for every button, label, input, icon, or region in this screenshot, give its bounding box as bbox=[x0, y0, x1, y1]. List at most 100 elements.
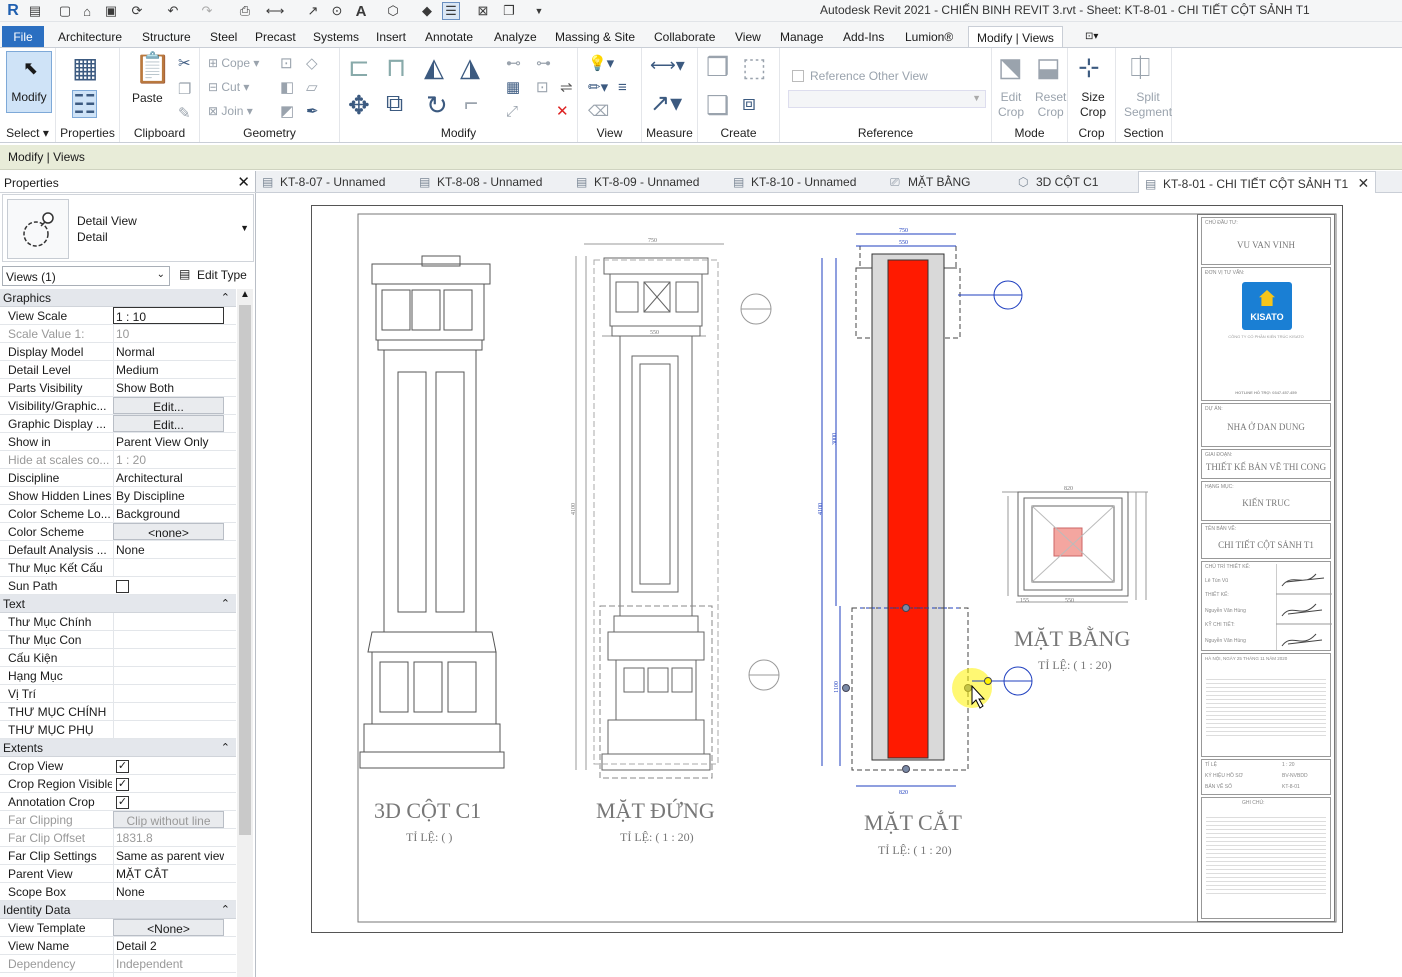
create-similar-icon[interactable]: ⧈ bbox=[742, 92, 756, 114]
tab-massing-site[interactable]: Massing & Site bbox=[553, 26, 637, 48]
tab-view[interactable]: View bbox=[733, 26, 763, 48]
lock-icon[interactable]: ⇌ bbox=[560, 80, 573, 95]
mirror-draw-axis-icon[interactable]: ◮ bbox=[460, 54, 480, 80]
close-tab-icon[interactable]: ✕ bbox=[1358, 175, 1370, 191]
switch-windows-icon[interactable]: ❐ bbox=[500, 2, 518, 20]
array-icon[interactable]: ▦ bbox=[506, 80, 520, 95]
type-selector[interactable]: Detail View Detail ▼ bbox=[2, 194, 254, 262]
collapse-icon[interactable]: ⌃ bbox=[221, 291, 230, 304]
revit-logo-icon[interactable]: R bbox=[4, 2, 22, 20]
edit-crop-icon[interactable]: ⬔ bbox=[998, 54, 1023, 80]
property-value[interactable] bbox=[113, 649, 224, 666]
offset-icon[interactable]: ⊓ bbox=[386, 54, 406, 80]
property-value[interactable]: Background bbox=[113, 505, 224, 522]
property-value[interactable] bbox=[113, 667, 224, 684]
close-hidden-icon[interactable]: ⊠ bbox=[474, 2, 492, 20]
collapse-icon[interactable]: ⌃ bbox=[221, 597, 230, 610]
tab-annotate[interactable]: Annotate bbox=[423, 26, 475, 48]
property-value[interactable]: Normal bbox=[113, 343, 224, 360]
collapse-icon[interactable]: ⌃ bbox=[221, 903, 230, 916]
view-title-elevation[interactable]: MẶT ĐỨNG bbox=[596, 798, 715, 824]
section-text[interactable]: Text ⌃ bbox=[0, 595, 236, 613]
title-block[interactable]: CHỦ ĐẦU TƯ: VU VAN VINH ĐƠN VỊ TƯ VẤN: K… bbox=[1197, 214, 1335, 922]
property-value[interactable] bbox=[113, 613, 224, 630]
edit-crop-button[interactable]: Edit Crop bbox=[998, 90, 1024, 120]
section-graphics[interactable]: Graphics ⌃ bbox=[0, 289, 236, 307]
property-value[interactable]: Parent View Only bbox=[113, 433, 224, 450]
create-group-icon[interactable]: ❑ bbox=[706, 92, 729, 118]
copy-icon[interactable]: ❐ bbox=[178, 82, 191, 97]
cope-button[interactable]: ⊞ Cope ▾ bbox=[208, 56, 259, 70]
view-title-plan[interactable]: MẶT BẰNG bbox=[1014, 626, 1130, 652]
property-value[interactable]: Edit... bbox=[113, 397, 224, 414]
sync-icon[interactable]: ⟳ bbox=[128, 2, 146, 20]
measure-distance-icon[interactable]: ⟷▾ bbox=[650, 56, 685, 74]
measure-icon[interactable]: ⟷ bbox=[266, 2, 285, 20]
property-checkbox[interactable]: ✓ bbox=[116, 796, 129, 809]
view-title-3d[interactable]: 3D CỘT C1 bbox=[374, 798, 481, 824]
property-value[interactable] bbox=[113, 721, 224, 738]
property-value[interactable] bbox=[113, 631, 224, 648]
size-crop-button[interactable]: Size Crop bbox=[1080, 90, 1106, 120]
tab-collaborate[interactable]: Collaborate bbox=[652, 26, 717, 48]
scroll-up-icon[interactable]: ▲ bbox=[240, 289, 250, 300]
property-value[interactable]: Detail 2 bbox=[113, 937, 224, 954]
view-tab-3d-cot-c1[interactable]: ⬡ 3D CỘT C1 bbox=[1018, 171, 1098, 193]
split-segment-icon[interactable]: ⎅ bbox=[1130, 54, 1151, 80]
trim-icon[interactable]: ⌐ bbox=[464, 92, 478, 116]
tab-manage[interactable]: Manage bbox=[778, 26, 825, 48]
linework-icon[interactable]: ✏▾ bbox=[588, 80, 608, 95]
pin-icon[interactable]: ⊶ bbox=[536, 56, 551, 71]
rotate-icon[interactable]: ↻ bbox=[426, 92, 448, 118]
property-value[interactable]: 1 : 10 bbox=[113, 307, 224, 324]
create-assembly-icon[interactable]: ❒ bbox=[706, 54, 729, 80]
property-value[interactable] bbox=[113, 559, 224, 576]
size-crop-icon[interactable]: ⊹ bbox=[1078, 54, 1100, 80]
type-properties-icon[interactable]: ▦ bbox=[72, 54, 98, 82]
property-value[interactable]: None bbox=[113, 883, 224, 900]
delete-icon[interactable]: ✕ bbox=[556, 104, 569, 119]
split-segment-button[interactable]: Split Segment bbox=[1124, 90, 1172, 120]
property-value[interactable]: Medium bbox=[113, 361, 224, 378]
geometry-tool-3-icon[interactable]: ◩ bbox=[280, 104, 294, 119]
tab-analyze[interactable]: Analyze bbox=[492, 26, 539, 48]
view-tab-mat-bang[interactable]: ⎚ MẶT BẰNG bbox=[890, 171, 970, 193]
tab-insert[interactable]: Insert bbox=[374, 26, 408, 48]
paste-button[interactable]: Paste bbox=[132, 91, 163, 105]
copy-elements-icon[interactable]: ⧉ bbox=[386, 92, 403, 116]
join-button[interactable]: ⊠ Join ▾ bbox=[208, 104, 253, 118]
properties-scrollbar[interactable]: ▲ bbox=[237, 289, 253, 977]
aligned-dim-icon[interactable]: ↗▾ bbox=[650, 92, 682, 116]
view-tool-icon[interactable]: ≡ bbox=[618, 80, 627, 95]
section-identity-data[interactable]: Identity Data ⌃ bbox=[0, 901, 236, 919]
property-value[interactable]: <None> bbox=[113, 919, 224, 936]
tab-add-ins[interactable]: Add-Ins bbox=[841, 26, 886, 48]
property-value[interactable]: By Discipline bbox=[113, 487, 224, 504]
property-value[interactable] bbox=[113, 973, 224, 977]
geometry-tool-4-icon[interactable]: ◇ bbox=[306, 56, 318, 71]
save-icon[interactable]: ▣ bbox=[102, 2, 120, 20]
cut-geometry-button[interactable]: ⊟ Cut ▾ bbox=[208, 80, 249, 94]
property-checkbox[interactable]: ✓ bbox=[116, 778, 129, 791]
match-icon[interactable]: ✎ bbox=[178, 106, 191, 121]
section-extents[interactable]: Extents ⌃ bbox=[0, 739, 236, 757]
scale-icon[interactable]: ⤢ bbox=[506, 104, 518, 119]
property-value[interactable]: Same as parent view bbox=[113, 847, 224, 864]
tab-systems[interactable]: Systems bbox=[311, 26, 361, 48]
geometry-tool-6-icon[interactable]: ✒ bbox=[306, 104, 319, 119]
chevron-down-icon[interactable]: ▼ bbox=[240, 223, 249, 233]
property-checkbox[interactable] bbox=[116, 580, 129, 593]
tab-modify-views[interactable]: Modify | Views bbox=[968, 26, 1063, 48]
text-icon[interactable]: A bbox=[352, 2, 370, 20]
view-tab-kt-8-07[interactable]: ▤ KT-8-07 - Unnamed bbox=[262, 171, 385, 193]
paste-icon[interactable]: 📋 bbox=[134, 54, 171, 84]
section-icon[interactable]: ◆ bbox=[418, 2, 436, 20]
collapse-icon[interactable]: ⌃ bbox=[221, 741, 230, 754]
reference-other-view-checkbox[interactable] bbox=[792, 70, 804, 82]
undo-icon[interactable]: ↶ bbox=[164, 2, 182, 20]
redo-icon[interactable]: ↷ bbox=[198, 2, 216, 20]
property-checkbox[interactable]: ✓ bbox=[116, 760, 129, 773]
view-tab-kt-8-09[interactable]: ▤ KT-8-09 - Unnamed bbox=[576, 171, 699, 193]
tag-icon[interactable]: ⊙ bbox=[328, 2, 346, 20]
recent-files-icon[interactable]: ▤ bbox=[26, 2, 44, 20]
